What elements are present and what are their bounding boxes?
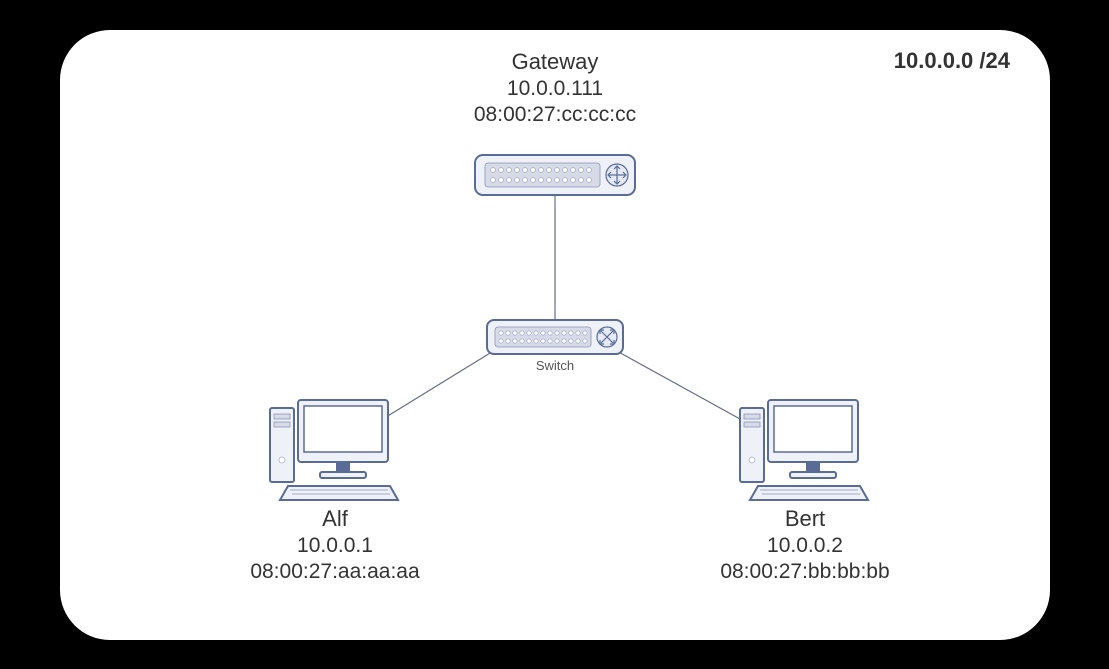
router-icon <box>475 155 635 195</box>
bert-label: Bert 10.0.0.2 08:00:27:bb:bb:bb <box>675 505 935 585</box>
gateway-label: Gateway 10.0.0.111 08:00:27:cc:cc:cc <box>425 48 685 128</box>
pc-icon-alf <box>270 400 398 500</box>
diagram-panel: 10.0.0.0 /24 <box>60 30 1050 640</box>
alf-ip: 10.0.0.1 <box>205 533 465 559</box>
bert-ip: 10.0.0.2 <box>675 533 935 559</box>
alf-label: Alf 10.0.0.1 08:00:27:aa:aa:aa <box>205 505 465 585</box>
alf-mac: 08:00:27:aa:aa:aa <box>205 559 465 585</box>
switch-label: Switch <box>515 358 595 373</box>
gateway-ip: 10.0.0.111 <box>425 76 685 102</box>
bert-name: Bert <box>675 505 935 533</box>
gateway-name: Gateway <box>425 48 685 76</box>
pc-icon-bert <box>740 400 868 500</box>
switch-icon <box>487 320 623 354</box>
link-switch-bert <box>615 350 760 430</box>
alf-name: Alf <box>205 505 465 533</box>
bert-mac: 08:00:27:bb:bb:bb <box>675 559 935 585</box>
gateway-mac: 08:00:27:cc:cc:cc <box>425 102 685 128</box>
